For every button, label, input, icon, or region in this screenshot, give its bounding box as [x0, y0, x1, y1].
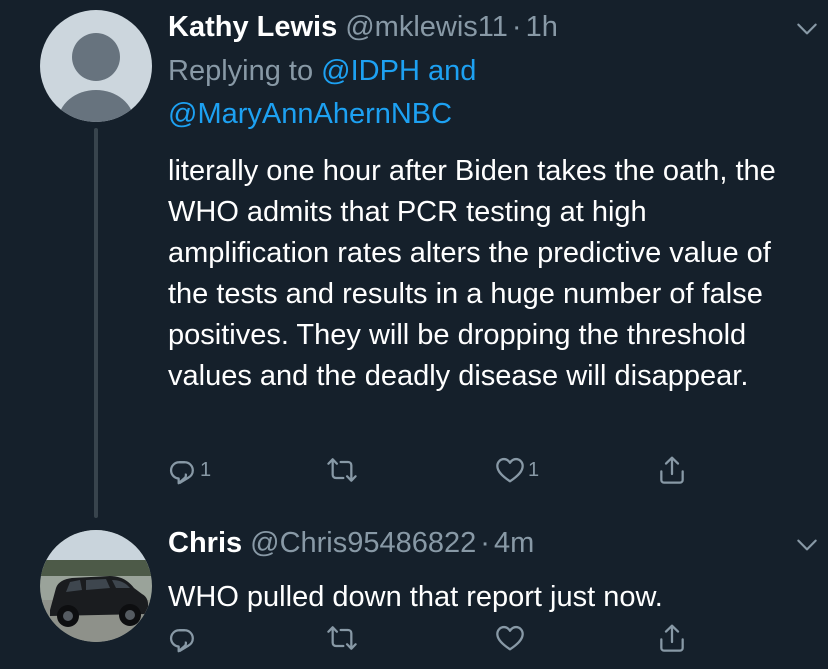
separator-dot: ·: [511, 11, 522, 43]
tweet-header: Kathy Lewis @mklewis11 · 1h: [168, 8, 798, 46]
share-icon: [660, 456, 684, 484]
tweet-text: WHO pulled down that report just now.: [168, 581, 663, 613]
avatar[interactable]: [40, 530, 152, 642]
reply-icon: [169, 629, 194, 653]
retweet-icon: [327, 626, 357, 650]
black-suv-photo: [40, 530, 152, 642]
tweet-actions: [166, 618, 706, 658]
chevron-down-icon: [797, 23, 817, 35]
tweet-text: literally one hour after Biden takes the…: [168, 155, 776, 392]
tweet-header: Chris @Chris95486822 · 4m: [168, 524, 798, 562]
chevron-down-icon: [797, 539, 817, 551]
avatar[interactable]: [40, 10, 152, 122]
mention-link[interactable]: @IDPH: [321, 55, 420, 87]
like-count: 1: [528, 458, 540, 481]
heart-icon: [496, 457, 524, 483]
reply-icon: [169, 461, 194, 485]
tweet-content: Kathy Lewis @mklewis11 · 1h Replying to …: [168, 8, 798, 397]
share-button[interactable]: [656, 450, 688, 490]
mention-link[interactable]: @MaryAnnAhernNBC: [168, 98, 452, 130]
like-button[interactable]: [494, 618, 528, 658]
heart-icon: [496, 625, 524, 651]
default-profile-icon: [40, 10, 152, 122]
user-handle[interactable]: @Chris95486822: [250, 524, 476, 562]
replying-to-and[interactable]: and: [420, 55, 476, 87]
more-options-button[interactable]: [790, 12, 824, 46]
tweet-content: Chris @Chris95486822 · 4m WHO pulled dow…: [168, 524, 798, 618]
display-name[interactable]: Kathy Lewis: [168, 8, 337, 46]
replying-to: Replying to @IDPH and @MaryAnnAhernNBC: [168, 50, 798, 136]
separator-dot: ·: [480, 527, 490, 559]
user-handle[interactable]: @mklewis11: [345, 8, 508, 46]
conversation-thread: Kathy Lewis @mklewis11 · 1h Replying to …: [0, 0, 828, 669]
display-name[interactable]: Chris: [168, 524, 242, 562]
like-button[interactable]: 1: [494, 450, 539, 490]
retweet-button[interactable]: [326, 450, 360, 490]
replying-to-label: Replying to: [168, 55, 322, 87]
share-icon: [660, 624, 684, 652]
reply-count: 1: [200, 458, 212, 481]
more-options-button[interactable]: [790, 528, 824, 562]
retweet-icon: [327, 458, 357, 482]
timestamp[interactable]: 4m: [494, 524, 534, 562]
timestamp[interactable]: 1h: [526, 8, 558, 46]
retweet-button[interactable]: [326, 618, 360, 658]
reply-button[interactable]: 1: [166, 450, 211, 490]
reply-button[interactable]: [166, 618, 200, 658]
share-button[interactable]: [656, 618, 688, 658]
tweet-actions: 1 1: [166, 450, 706, 490]
thread-connector-line: [94, 128, 98, 518]
